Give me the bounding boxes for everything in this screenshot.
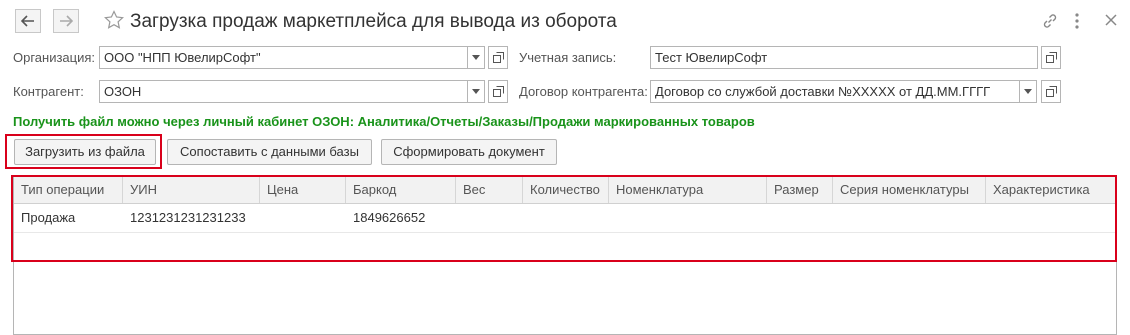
close-icon[interactable] (1103, 12, 1119, 31)
contract-label: Договор контрагента: (519, 84, 648, 99)
open-window-icon (492, 86, 504, 97)
table-cell (260, 204, 346, 232)
organization-open-button[interactable] (488, 46, 508, 69)
table-cell (609, 204, 767, 232)
page-title: Загрузка продаж маркетплейса для вывода … (130, 11, 617, 32)
table-cell (523, 204, 609, 232)
counterparty-label: Контрагент: (13, 84, 84, 99)
chevron-down-icon (1024, 89, 1032, 94)
load-from-file-button[interactable]: Загрузить из файла (14, 139, 156, 165)
table-cell: Продажа (21, 210, 76, 225)
column-header[interactable]: Вес (456, 176, 523, 203)
account-label: Учетная запись: (519, 50, 617, 65)
match-database-button[interactable]: Сопоставить с данными базы (167, 139, 372, 165)
chevron-down-icon (472, 55, 480, 60)
column-header[interactable]: Номенклатура (609, 176, 767, 203)
column-header[interactable]: Баркод (346, 176, 456, 203)
chevron-down-icon (472, 89, 480, 94)
counterparty-dropdown-button[interactable] (467, 80, 485, 103)
open-window-icon (1045, 86, 1057, 97)
account-field[interactable]: Тест ЮвелирСофт (650, 46, 1038, 69)
column-header[interactable]: Характеристика (986, 176, 1116, 203)
ozon-hint-text: Получить файл можно через личный кабинет… (13, 114, 755, 129)
column-header[interactable]: Тип операции (14, 176, 123, 203)
organization-label: Организация: (13, 50, 96, 65)
counterparty-field[interactable]: ОЗОН (99, 80, 468, 103)
column-header[interactable]: Цена (260, 176, 346, 203)
table-cell (986, 204, 1116, 232)
contract-dropdown-button[interactable] (1019, 80, 1037, 103)
column-header[interactable]: Серия номенклатуры (833, 176, 986, 203)
arrow-left-icon (21, 15, 34, 27)
counterparty-open-button[interactable] (488, 80, 508, 103)
table-row[interactable]: Продажа 1231231231231233 1849626652 (14, 204, 1116, 233)
open-window-icon (492, 52, 504, 63)
column-header[interactable]: Количество (523, 176, 609, 203)
link-icon[interactable] (1041, 12, 1059, 33)
column-header[interactable]: Размер (767, 176, 833, 203)
organization-field[interactable]: ООО "НПП ЮвелирСофт" (99, 46, 468, 69)
contract-open-button[interactable] (1041, 80, 1061, 103)
account-open-button[interactable] (1041, 46, 1061, 69)
arrow-right-icon (60, 15, 73, 27)
table-cell: 1231231231231233 (130, 210, 246, 225)
back-button[interactable] (15, 9, 41, 33)
table-cell: 1849626652 (353, 210, 426, 225)
column-header[interactable]: УИН (123, 176, 260, 203)
organization-dropdown-button[interactable] (467, 46, 485, 69)
table-cell (833, 204, 986, 232)
table-cell (456, 204, 523, 232)
forward-button[interactable] (53, 9, 79, 33)
more-menu-icon[interactable] (1073, 12, 1081, 33)
sales-table[interactable]: Тип операции УИН Цена Баркод Вес Количес… (13, 175, 1117, 335)
open-window-icon (1045, 52, 1057, 63)
create-document-button[interactable]: Сформировать документ (381, 139, 557, 165)
favorite-star-icon[interactable] (104, 10, 124, 33)
table-header: Тип операции УИН Цена Баркод Вес Количес… (14, 176, 1116, 204)
table-cell (767, 204, 833, 232)
contract-field[interactable]: Договор со службой доставки №XXXXX от ДД… (650, 80, 1020, 103)
